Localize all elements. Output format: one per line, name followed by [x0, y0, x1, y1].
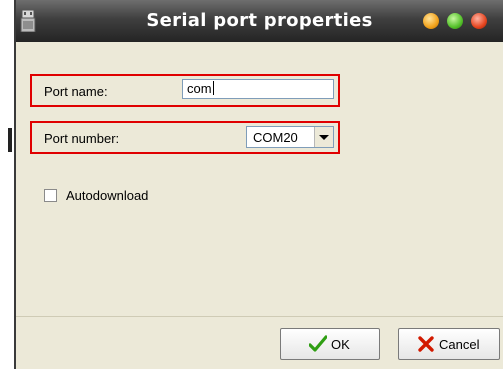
- button-divider: [16, 316, 503, 317]
- ok-label: OK: [331, 337, 350, 352]
- port-number-select[interactable]: COM20: [246, 126, 334, 148]
- cancel-label: Cancel: [439, 337, 480, 352]
- close-icon[interactable]: [471, 13, 487, 29]
- port-name-value: com: [187, 81, 212, 96]
- cross-icon: [417, 335, 435, 353]
- port-name-label: Port name:: [44, 84, 108, 99]
- background-strip: [0, 0, 14, 369]
- autodownload-checkbox[interactable]: [44, 189, 57, 202]
- maximize-icon[interactable]: [447, 13, 463, 29]
- check-icon: [308, 335, 328, 353]
- dialog-window: Serial port properties Port name: com Po…: [14, 0, 503, 369]
- ok-button[interactable]: OK: [280, 328, 380, 360]
- port-number-label: Port number:: [44, 131, 120, 146]
- autodownload-label: Autodownload: [66, 188, 149, 203]
- port-number-row: Port number: COM20: [30, 121, 340, 154]
- title-bar[interactable]: Serial port properties: [16, 0, 503, 42]
- port-name-input[interactable]: com: [182, 79, 334, 99]
- text-caret: [212, 81, 214, 95]
- port-number-value: COM20: [253, 130, 298, 145]
- chevron-down-icon[interactable]: [314, 127, 333, 147]
- minimize-icon[interactable]: [423, 13, 439, 29]
- background-window-edge: [8, 128, 12, 152]
- cancel-button[interactable]: Cancel: [398, 328, 500, 360]
- port-name-row: Port name: com: [30, 74, 340, 107]
